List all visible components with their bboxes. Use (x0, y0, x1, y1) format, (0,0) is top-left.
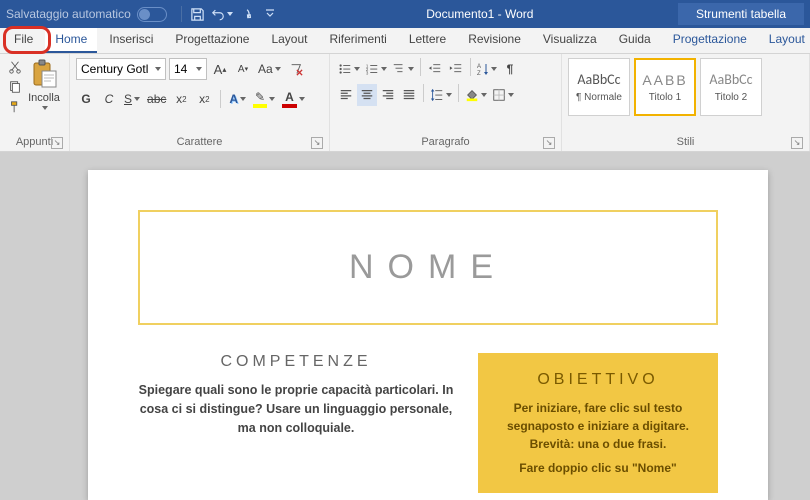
format-painter-icon[interactable] (6, 98, 24, 116)
align-right-icon[interactable] (378, 84, 398, 106)
style-titolo2[interactable]: AaBbCc Titolo 2 (700, 58, 762, 116)
ribbon: Incolla Appunti↘ Century Gotl 14 A▴ A▾ A… (0, 54, 810, 152)
qat-separator (181, 6, 182, 22)
document-title: Documento1 - Word (282, 7, 678, 21)
italic-button[interactable]: C (99, 88, 119, 110)
obiettivo-body1[interactable]: Per iniziare, fare clic sul testo segnap… (494, 399, 702, 453)
copy-icon[interactable] (6, 78, 24, 96)
group-label-clipboard: Appunti (16, 136, 53, 148)
obiettivo-body2[interactable]: Fare doppio clic su "Nome" (494, 461, 702, 475)
tab-home[interactable]: Home (45, 28, 97, 53)
paste-icon[interactable] (28, 58, 60, 90)
style-normale[interactable]: AaBbCc ¶ Normale (568, 58, 630, 116)
obiettivo-section[interactable]: OBIETTIVO Per iniziare, fare clic sul te… (478, 353, 718, 493)
save-icon[interactable] (187, 3, 209, 25)
cut-icon[interactable] (6, 58, 24, 76)
align-center-icon[interactable] (357, 84, 377, 106)
clear-formatting-icon[interactable] (286, 58, 306, 80)
underline-button[interactable]: S (122, 88, 142, 110)
tab-layout[interactable]: Layout (261, 28, 317, 53)
align-left-icon[interactable] (336, 84, 356, 106)
font-launcher-icon[interactable]: ↘ (311, 137, 323, 149)
qat-customize-icon[interactable] (259, 3, 281, 25)
paste-label[interactable]: Incolla (28, 92, 60, 104)
tab-progettazione[interactable]: Progettazione (165, 28, 259, 53)
font-size-select[interactable]: 14 (169, 58, 207, 80)
tab-riferimenti[interactable]: Riferimenti (319, 28, 396, 53)
competenze-heading[interactable]: COMPETENZE (138, 353, 454, 371)
numbering-icon[interactable]: 123 (363, 58, 389, 80)
group-font: Century Gotl 14 A▴ A▾ Aa G C S abc x2 x2… (70, 54, 330, 151)
redo-icon[interactable] (235, 3, 257, 25)
grow-font-icon[interactable]: A▴ (210, 58, 230, 80)
tab-visualizza[interactable]: Visualizza (533, 28, 607, 53)
tab-file[interactable]: File (4, 28, 43, 53)
font-color-icon[interactable]: A (280, 88, 307, 110)
increase-indent-icon[interactable] (446, 58, 466, 80)
text-effects-icon[interactable]: A (227, 88, 248, 110)
paste-dropdown-icon[interactable] (42, 106, 48, 110)
style-titolo1[interactable]: AABB Titolo 1 (634, 58, 696, 116)
group-paragraph: 123 AZ ¶ Paragrafo ↘ (330, 54, 562, 151)
ribbon-tabs: File Home Inserisci Progettazione Layout… (0, 28, 810, 54)
competenze-section[interactable]: COMPETENZE Spiegare quali sono le propri… (138, 353, 454, 493)
group-styles: AaBbCc ¶ Normale AABB Titolo 1 AaBbCc Ti… (562, 54, 810, 151)
autosave-label: Salvataggio automatico (6, 7, 131, 21)
bold-button[interactable]: G (76, 88, 96, 110)
name-placeholder-box[interactable]: NOME (138, 210, 718, 325)
group-label-styles: Stili (677, 136, 695, 148)
page[interactable]: NOME COMPETENZE Spiegare quali sono le p… (88, 170, 768, 500)
competenze-body[interactable]: Spiegare quali sono le proprie capacità … (138, 381, 454, 437)
font-name-select[interactable]: Century Gotl (76, 58, 166, 80)
highlight-icon[interactable]: ✎ (251, 88, 277, 110)
line-spacing-icon[interactable] (428, 84, 454, 106)
group-label-paragraph: Paragrafo (421, 136, 469, 148)
decrease-indent-icon[interactable] (425, 58, 445, 80)
name-text[interactable]: NOME (140, 248, 716, 287)
tab-table-progettazione[interactable]: Progettazione (663, 28, 757, 53)
show-marks-icon[interactable]: ¶ (500, 58, 520, 80)
titlebar: Salvataggio automatico Documento1 - Word… (0, 0, 810, 28)
tab-lettere[interactable]: Lettere (399, 28, 456, 53)
document-area: NOME COMPETENZE Spiegare quali sono le p… (0, 152, 810, 500)
change-case-icon[interactable]: Aa (256, 58, 283, 80)
borders-icon[interactable] (490, 84, 516, 106)
group-clipboard: Incolla Appunti↘ (0, 54, 70, 151)
svg-text:3: 3 (366, 70, 369, 75)
styles-launcher-icon[interactable]: ↘ (791, 137, 803, 149)
paragraph-launcher-icon[interactable]: ↘ (543, 137, 555, 149)
tab-inserisci[interactable]: Inserisci (99, 28, 163, 53)
superscript-button[interactable]: x2 (194, 88, 214, 110)
autosave-toggle[interactable] (137, 7, 167, 22)
svg-text:A: A (477, 64, 481, 70)
obiettivo-heading[interactable]: OBIETTIVO (494, 371, 702, 389)
undo-icon[interactable] (211, 3, 233, 25)
group-label-font: Carattere (177, 136, 223, 148)
sort-icon[interactable]: AZ (475, 58, 499, 80)
strikethrough-button[interactable]: abc (145, 88, 168, 110)
justify-icon[interactable] (399, 84, 419, 106)
tab-revisione[interactable]: Revisione (458, 28, 531, 53)
table-tools-context: Strumenti tabella (678, 3, 804, 25)
shrink-font-icon[interactable]: A▾ (233, 58, 253, 80)
tab-table-layout[interactable]: Layout (759, 28, 810, 53)
bullets-icon[interactable] (336, 58, 362, 80)
clipboard-launcher-icon[interactable]: ↘ (51, 137, 63, 149)
svg-text:Z: Z (477, 71, 481, 76)
shading-icon[interactable] (463, 84, 489, 106)
subscript-button[interactable]: x2 (171, 88, 191, 110)
multilevel-list-icon[interactable] (390, 58, 416, 80)
tab-guida[interactable]: Guida (609, 28, 661, 53)
